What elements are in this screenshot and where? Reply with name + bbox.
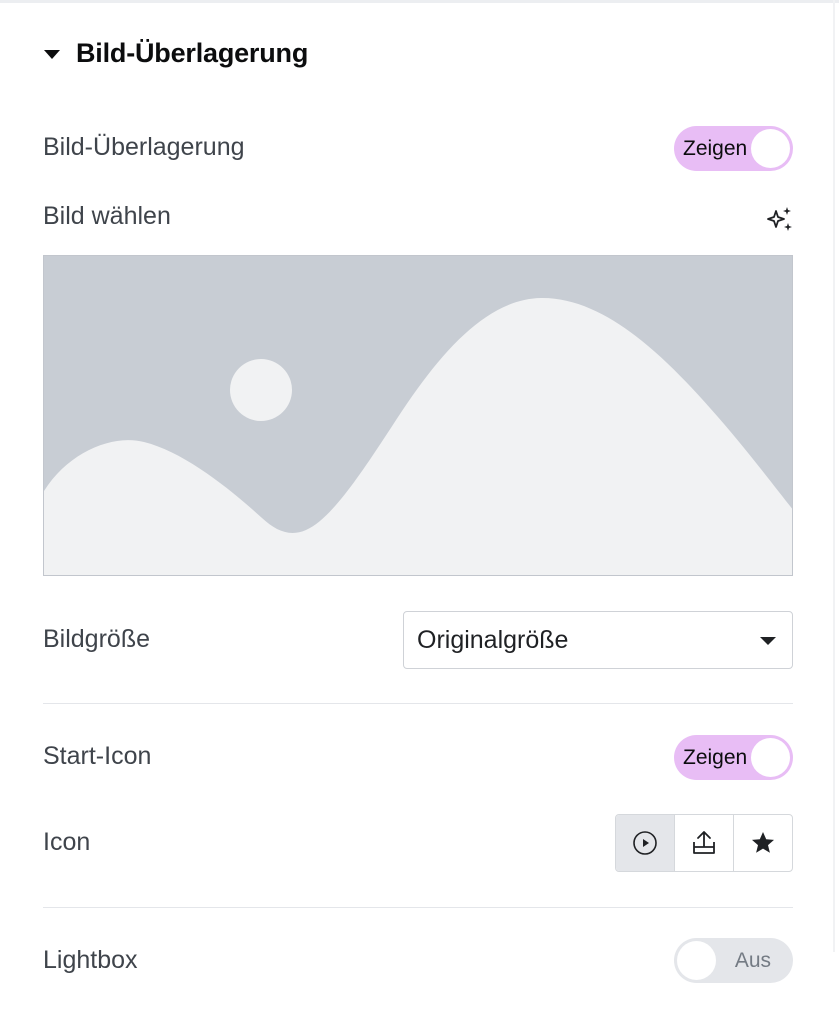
choose-image-label: Bild wählen bbox=[43, 202, 171, 230]
icon-option-upload[interactable] bbox=[674, 815, 733, 871]
panel-right-edge bbox=[833, 0, 835, 952]
image-placeholder[interactable] bbox=[43, 255, 793, 576]
image-size-value: Originalgröße bbox=[417, 626, 569, 654]
play-circle-icon bbox=[633, 831, 657, 855]
start-icon-toggle-text: Zeigen bbox=[683, 746, 748, 769]
image-size-label: Bildgröße bbox=[43, 625, 150, 653]
image-size-select[interactable]: Originalgröße bbox=[403, 611, 793, 669]
placeholder-sun-shape bbox=[230, 359, 292, 421]
start-icon-toggle[interactable]: Zeigen bbox=[674, 735, 793, 780]
star-icon bbox=[752, 832, 774, 853]
toggle-knob bbox=[751, 129, 790, 168]
start-icon-label: Start-Icon bbox=[43, 742, 152, 770]
placeholder-illustration bbox=[44, 256, 792, 575]
section-title: Bild-Überlagerung bbox=[76, 37, 309, 68]
icon-option-play[interactable] bbox=[616, 815, 674, 871]
lightbox-toggle-text: Aus bbox=[734, 949, 771, 972]
divider bbox=[43, 907, 793, 908]
upload-icon bbox=[693, 831, 715, 854]
section-header[interactable]: Bild-Überlagerung bbox=[44, 36, 308, 70]
icon-picker-label: Icon bbox=[43, 828, 91, 856]
lightbox-label: Lightbox bbox=[43, 946, 138, 974]
toggle-knob bbox=[751, 738, 790, 777]
panel-top-border bbox=[0, 0, 839, 3]
icon-picker bbox=[615, 814, 793, 872]
toggle-knob bbox=[677, 941, 716, 980]
divider bbox=[43, 703, 793, 704]
caret-down-icon bbox=[44, 49, 60, 59]
overlay-toggle-text: Zeigen bbox=[683, 137, 748, 160]
chevron-down-icon bbox=[760, 637, 776, 645]
lightbox-toggle[interactable]: Aus bbox=[674, 938, 793, 983]
overlay-toggle[interactable]: Zeigen bbox=[674, 126, 793, 171]
icon-option-star[interactable] bbox=[733, 815, 792, 871]
overlay-toggle-label: Bild-Überlagerung bbox=[43, 133, 245, 161]
sparkle-icon[interactable] bbox=[766, 205, 794, 233]
